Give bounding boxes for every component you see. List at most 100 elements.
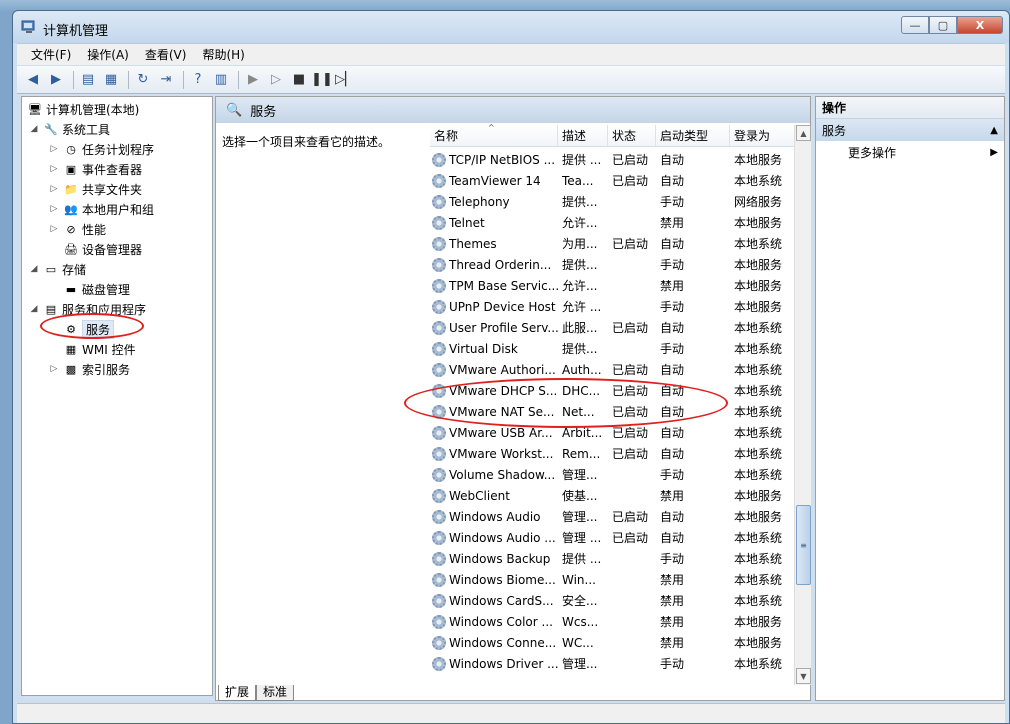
up-folder-icon[interactable]: ▤ [78,70,98,90]
refresh-icon[interactable]: ↻ [133,70,153,90]
tree-event-viewer[interactable]: ▷ ▣ 事件查看器 [48,159,142,179]
stop-icon[interactable]: ■ [289,70,309,90]
scroll-down-icon[interactable]: ▼ [796,668,811,684]
table-row[interactable]: Thread Orderin... 提供... 手动 本地服务 [430,254,794,275]
tab-standard[interactable]: 标准 [256,685,295,701]
table-row[interactable]: Windows Audio ... 管理 ... 已启动 自动 本地系统 [430,527,794,548]
menu-action[interactable]: 操作(A) [87,46,129,63]
more-actions-label: 更多操作 [848,145,897,160]
service-logon-as: 本地系统 [734,594,783,608]
menu-view[interactable]: 查看(V) [145,46,187,63]
table-row[interactable]: VMware NAT Se... Net... 已启动 自动 本地系统 [430,401,794,422]
column-logon-as[interactable]: 登录为 [730,125,794,146]
table-row[interactable]: TCP/IP NetBIOS ... 提供 ... 已启动 自动 本地服务 [430,149,794,170]
vertical-scrollbar[interactable]: ▲ ≡ ▼ [794,125,811,685]
column-logon-as-label: 登录为 [734,129,771,143]
export-icon[interactable]: ⇥ [156,70,176,90]
expanded-arrow-icon[interactable]: ◢ [28,264,40,274]
collapse-up-icon[interactable]: ▲ [990,125,998,136]
pause-icon[interactable]: ❚❚ [311,70,333,90]
menu-help[interactable]: 帮助(H) [202,46,244,63]
column-startup-type-label: 启动类型 [660,129,709,143]
table-row[interactable]: Windows Conne... WC... 禁用 本地服务 [430,632,794,653]
back-icon[interactable]: ◀ [23,70,43,90]
table-row[interactable]: VMware Authori... Auth... 已启动 自动 本地系统 [430,359,794,380]
table-row[interactable]: Telephony 提供... 手动 网络服务 [430,191,794,212]
expanded-arrow-icon[interactable]: ◢ [28,124,40,134]
collapsed-arrow-icon[interactable]: ▷ [48,364,60,374]
table-row[interactable]: VMware DHCP S... DHC... 已启动 自动 本地系统 [430,380,794,401]
show-hide-tree-icon[interactable]: ▦ [101,70,121,90]
restart-icon[interactable]: ▷▏ [335,70,355,90]
view-icon[interactable]: ▥ [211,70,231,90]
service-name: TeamViewer 14 [449,173,541,188]
table-row[interactable]: Windows Audio 管理... 已启动 自动 本地服务 [430,506,794,527]
menu-bar: 文件(F) 操作(A) 查看(V) 帮助(H) [17,43,1005,65]
tree-local-users[interactable]: ▷ 👥 本地用户和组 [48,199,154,219]
play-alt-icon[interactable]: ▷ [266,70,286,90]
service-name: Telnet [449,215,485,230]
expanded-arrow-icon[interactable]: ◢ [28,304,40,314]
tree-disk-management[interactable]: ▬ 磁盘管理 [60,279,130,299]
table-row[interactable]: VMware USB Ar... Arbit... 已启动 自动 本地系统 [430,422,794,443]
column-name[interactable]: ^ 名称 [430,123,558,146]
collapsed-arrow-icon[interactable]: ▷ [48,224,60,234]
tree-wmi[interactable]: ▦ WMI 控件 [60,339,136,359]
table-row[interactable]: Telnet 允许... 禁用 本地服务 [430,212,794,233]
tree-device-manager[interactable]: 🖨 设备管理器 [60,239,142,259]
tree-storage[interactable]: ◢ ▭ 存储 [28,259,86,279]
service-status: 已启动 [612,384,649,398]
table-row[interactable]: TPM Base Servic... 允许... 禁用 本地服务 [430,275,794,296]
table-row[interactable]: User Profile Serv... 此服... 已启动 自动 本地系统 [430,317,794,338]
column-description[interactable]: 描述 [558,125,608,146]
table-row[interactable]: Windows Color ... Wcs... 禁用 本地服务 [430,611,794,632]
table-row[interactable]: TeamViewer 14 Tea... 已启动 自动 本地系统 [430,170,794,191]
table-row[interactable]: Virtual Disk 提供... 手动 本地系统 [430,338,794,359]
help-icon[interactable]: ? [188,70,208,90]
close-button[interactable]: X [957,16,1003,34]
forward-icon[interactable]: ▶ [46,70,66,90]
tree-task-scheduler[interactable]: ▷ ◷ 任务计划程序 [48,139,154,159]
tree-indexing[interactable]: ▷ ▩ 索引服务 [48,359,130,379]
collapsed-arrow-icon[interactable]: ▷ [48,164,60,174]
tree-system-tools[interactable]: ◢ 🔧 系统工具 [28,119,110,139]
scroll-up-icon[interactable]: ▲ [796,125,811,141]
service-description: 提供... [562,195,598,209]
tab-extended[interactable]: 扩展 [218,685,257,701]
more-actions-item[interactable]: 更多操作 ▶ [816,141,1004,163]
table-row[interactable]: Themes 为用... 已启动 自动 本地系统 [430,233,794,254]
collapsed-arrow-icon[interactable]: ▷ [48,144,60,154]
table-row[interactable]: Windows Biome... Win... 禁用 本地系统 [430,569,794,590]
service-name-cell: Windows Audio ... [430,530,558,545]
menu-file[interactable]: 文件(F) [31,46,71,63]
toolbar-separator [73,70,74,89]
maximize-button[interactable]: ▢ [929,16,957,34]
tree-services[interactable]: ⚙ 服务 [60,319,115,339]
service-description: 管理... [562,657,598,671]
collapsed-arrow-icon[interactable]: ▷ [48,204,60,214]
service-name: Windows Biome... [449,572,556,587]
tree-performance[interactable]: ▷ ⊘ 性能 [48,219,106,239]
service-name: Windows Color ... [449,614,553,629]
table-row[interactable]: Windows CardS... 安全... 禁用 本地系统 [430,590,794,611]
tree-root[interactable]: 🖥 计算机管理(本地) [24,99,139,119]
play-icon[interactable]: ▶ [243,70,263,90]
column-name-label: 名称 [434,129,459,143]
scroll-thumb[interactable]: ≡ [796,505,811,585]
table-row[interactable]: VMware Workst... Rem... 已启动 自动 本地系统 [430,443,794,464]
service-gear-icon [432,404,446,419]
actions-section-services[interactable]: 服务 ▲ [816,119,1004,141]
column-status[interactable]: 状态 [608,125,656,146]
table-row[interactable]: Volume Shadow... 管理... 手动 本地系统 [430,464,794,485]
table-row[interactable]: UPnP Device Host 允许 ... 手动 本地服务 [430,296,794,317]
table-row[interactable]: Windows Backup 提供 ... 手动 本地系统 [430,548,794,569]
tree-services-apps[interactable]: ◢ ▤ 服务和应用程序 [28,299,146,319]
minimize-button[interactable]: — [901,16,929,34]
collapsed-arrow-icon[interactable]: ▷ [48,184,60,194]
table-row[interactable]: WebClient 使基... 禁用 本地服务 [430,485,794,506]
services-header: 🔍 服务 [216,97,810,123]
tree-shared-folders[interactable]: ▷ 📁 共享文件夹 [48,179,142,199]
title-bar[interactable]: 计算机管理 — ▢ X [13,11,1009,43]
column-startup-type[interactable]: 启动类型 [656,125,730,146]
table-row[interactable]: Windows Driver ... 管理... 手动 本地系统 [430,653,794,674]
